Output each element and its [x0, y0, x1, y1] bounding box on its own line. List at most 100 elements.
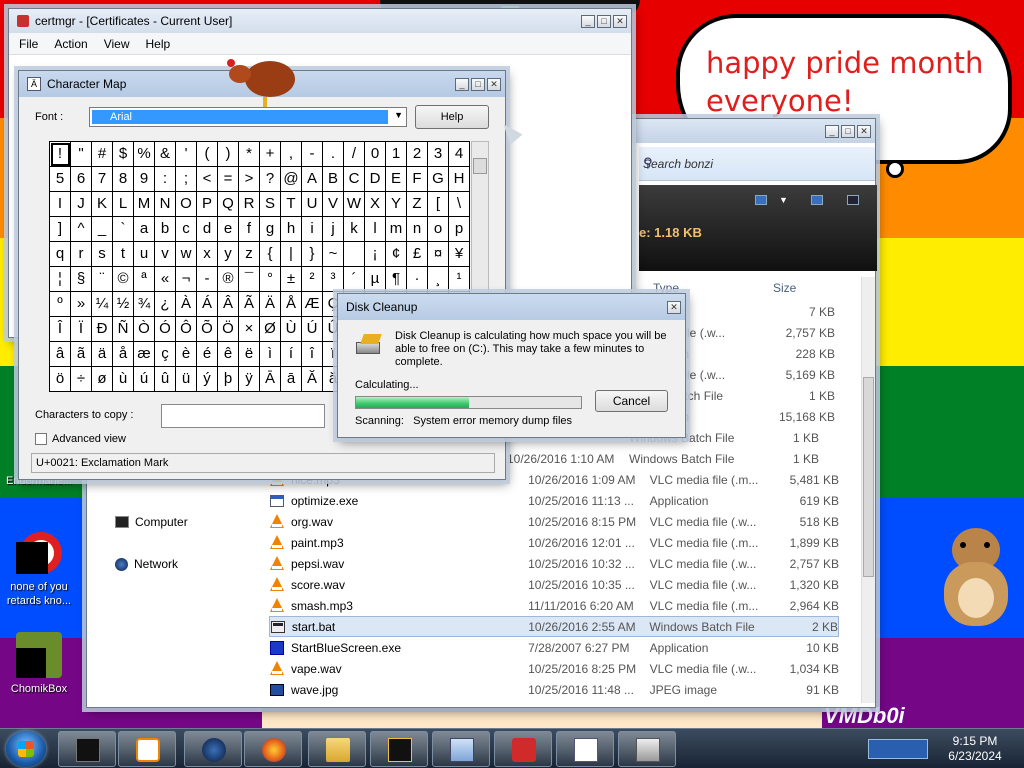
taskbar-browser-globe[interactable] — [184, 731, 242, 767]
char-cell[interactable]: ì — [260, 342, 281, 367]
char-cell[interactable]: Ð — [92, 317, 113, 342]
menu-file[interactable]: File — [19, 37, 38, 51]
char-cell[interactable]: ¾ — [134, 292, 155, 317]
char-cell[interactable]: X — [365, 192, 386, 217]
char-cell[interactable]: é — [197, 342, 218, 367]
char-cell[interactable]: o — [428, 217, 449, 242]
char-cell[interactable]: £ — [407, 242, 428, 267]
char-cell[interactable]: [ — [428, 192, 449, 217]
font-select[interactable]: Arial ▼ — [89, 107, 407, 127]
char-cell[interactable]: Ó — [155, 317, 176, 342]
characters-to-copy-input[interactable] — [161, 404, 325, 428]
char-cell[interactable]: ÿ — [239, 367, 260, 392]
char-cell[interactable]: Ä — [260, 292, 281, 317]
char-cell[interactable]: ä — [92, 342, 113, 367]
char-cell[interactable]: ø — [92, 367, 113, 392]
char-cell[interactable]: - — [197, 267, 218, 292]
char-cell[interactable]: Î — [50, 317, 71, 342]
char-cell[interactable]: ¹ — [449, 267, 470, 292]
advanced-view-checkbox[interactable]: Advanced view — [35, 433, 126, 445]
char-cell[interactable]: Q — [218, 192, 239, 217]
close-icon[interactable]: ✕ — [857, 124, 871, 138]
char-cell[interactable]: f — [239, 217, 260, 242]
char-cell[interactable]: Õ — [197, 317, 218, 342]
taskbar-firefox[interactable] — [244, 731, 302, 767]
char-cell[interactable]: = — [218, 167, 239, 192]
char-cell[interactable]: F — [407, 167, 428, 192]
minimize-icon[interactable]: _ — [455, 77, 469, 91]
char-cell[interactable]: w — [176, 242, 197, 267]
char-cell[interactable]: 0 — [365, 142, 386, 167]
char-cell[interactable]: , — [281, 142, 302, 167]
char-cell[interactable]: × — [239, 317, 260, 342]
char-cell[interactable]: ³ — [323, 267, 344, 292]
char-cell[interactable]: ´ — [344, 267, 365, 292]
char-cell[interactable]: % — [134, 142, 155, 167]
char-cell[interactable]: þ — [218, 367, 239, 392]
char-cell[interactable]: è — [176, 342, 197, 367]
view-icon[interactable] — [755, 195, 767, 205]
taskbar-calculator[interactable] — [432, 731, 490, 767]
minimize-icon[interactable]: _ — [825, 124, 839, 138]
char-cell[interactable]: : — [155, 167, 176, 192]
char-cell[interactable]: » — [71, 292, 92, 317]
char-cell[interactable]: / — [344, 142, 365, 167]
char-cell[interactable]: v — [155, 242, 176, 267]
char-cell[interactable]: > — [239, 167, 260, 192]
taskbar-notepad[interactable] — [370, 731, 428, 767]
char-cell[interactable]: W — [344, 192, 365, 217]
char-cell[interactable]: Ø — [260, 317, 281, 342]
char-cell[interactable]: 3 — [428, 142, 449, 167]
char-cell[interactable]: } — [302, 242, 323, 267]
char-cell[interactable]: 6 — [71, 167, 92, 192]
char-cell[interactable]: \ — [449, 192, 470, 217]
maximize-icon[interactable]: □ — [597, 14, 611, 28]
menu-action[interactable]: Action — [54, 37, 87, 51]
char-cell[interactable] — [344, 242, 365, 267]
char-cell[interactable]: + — [260, 142, 281, 167]
char-cell[interactable]: & — [155, 142, 176, 167]
scroll-thumb[interactable] — [473, 158, 487, 174]
char-cell[interactable]: ¬ — [176, 267, 197, 292]
system-tray[interactable] — [862, 733, 936, 765]
char-cell[interactable]: n — [407, 217, 428, 242]
help-icon[interactable] — [847, 195, 859, 205]
char-cell[interactable]: 2 — [407, 142, 428, 167]
char-cell[interactable]: p — [449, 217, 470, 242]
chevron-down-icon[interactable]: ▼ — [779, 195, 788, 205]
char-cell[interactable]: ¼ — [92, 292, 113, 317]
char-cell[interactable]: V — [323, 192, 344, 217]
table-row[interactable]: wave.jpg 10/25/2016 11:48 ... JPEG image 91… — [269, 679, 839, 700]
char-cell[interactable]: P — [197, 192, 218, 217]
char-cell[interactable]: L — [113, 192, 134, 217]
char-cell[interactable]: ½ — [113, 292, 134, 317]
close-icon[interactable]: ✕ — [613, 14, 627, 28]
char-cell[interactable]: Ñ — [113, 317, 134, 342]
char-cell[interactable]: © — [113, 267, 134, 292]
char-cell[interactable]: ā — [281, 367, 302, 392]
char-cell[interactable]: @ — [281, 167, 302, 192]
explorer-search[interactable]: Search bonzi ⚲ — [639, 147, 875, 181]
table-row[interactable]: smash.mp3 11/11/2016 6:20 AM VLC media fil… — [269, 595, 839, 616]
char-cell[interactable]: Z — [407, 192, 428, 217]
char-cell[interactable]: Y — [386, 192, 407, 217]
char-cell[interactable]: O — [176, 192, 197, 217]
nav-computer[interactable]: Computer — [115, 515, 188, 529]
char-cell[interactable]: æ — [134, 342, 155, 367]
certmgr-titlebar[interactable]: certmgr - [Certificates - Current User] … — [9, 9, 631, 33]
char-cell[interactable]: g — [260, 217, 281, 242]
char-cell[interactable]: í — [281, 342, 302, 367]
char-cell[interactable]: Ò — [134, 317, 155, 342]
chevron-down-icon[interactable]: ▼ — [394, 110, 403, 120]
minimize-icon[interactable]: _ — [581, 14, 595, 28]
char-cell[interactable]: x — [197, 242, 218, 267]
char-cell[interactable]: H — [449, 167, 470, 192]
taskbar-character-map[interactable] — [556, 731, 614, 767]
char-cell[interactable]: b — [155, 217, 176, 242]
table-row[interactable]: paint.mp3 10/26/2016 12:01 ... VLC media f… — [269, 532, 839, 553]
start-button[interactable] — [6, 731, 46, 767]
taskbar-media-player[interactable] — [118, 731, 176, 767]
char-cell[interactable]: ) — [218, 142, 239, 167]
explorer-scrollbar[interactable] — [861, 277, 875, 703]
char-cell[interactable]: Ï — [71, 317, 92, 342]
